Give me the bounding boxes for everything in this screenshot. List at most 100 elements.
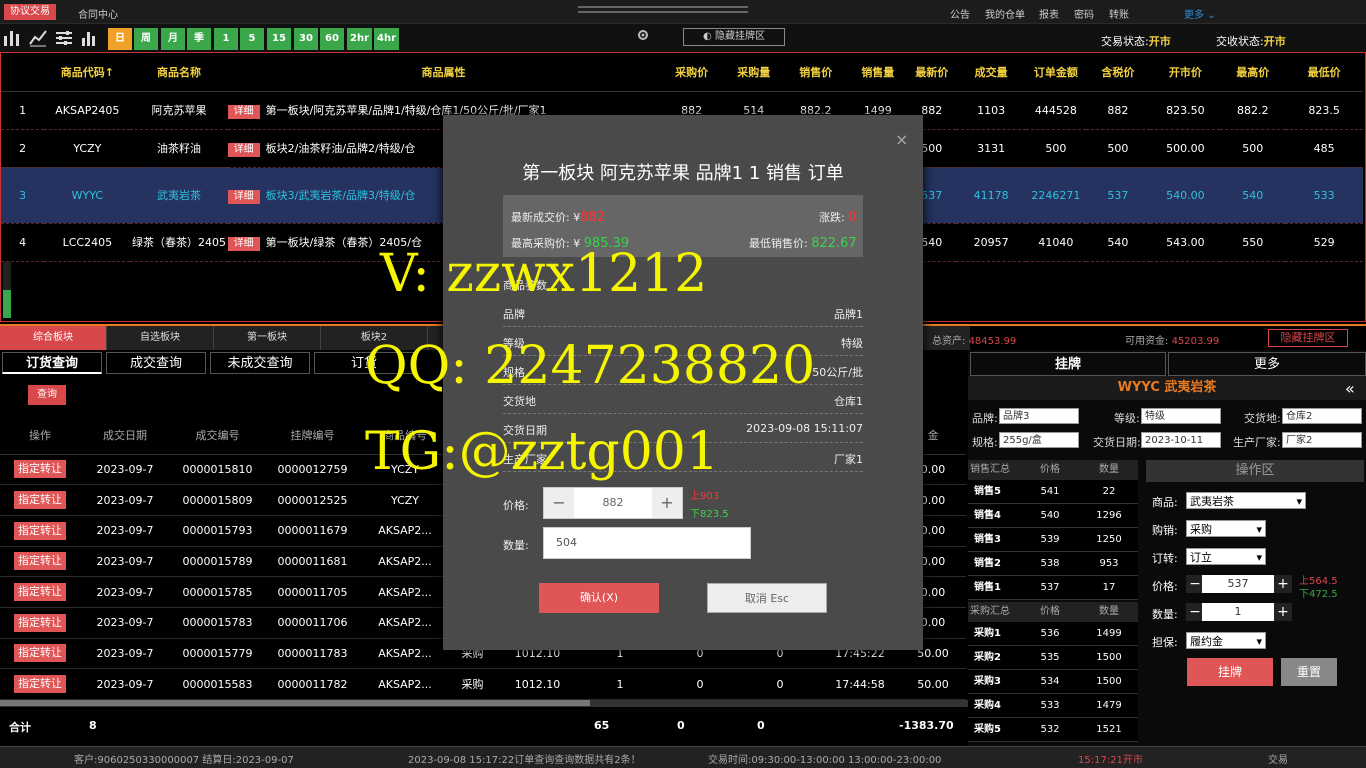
orders-col-header[interactable]: 成交编号 — [170, 416, 265, 455]
transfer-button[interactable]: 指定转让 — [14, 675, 66, 694]
detail-button[interactable]: 详细 — [227, 189, 260, 204]
hide-board-button[interactable]: ◐ 隐藏挂牌区 — [683, 28, 785, 46]
announce-link[interactable]: 公告 — [950, 6, 970, 21]
tf-season[interactable]: 季 — [187, 28, 211, 50]
tab-pending-query[interactable]: 未成交查询 — [210, 352, 310, 374]
list-item[interactable]: 销售2 538 953 — [968, 552, 1138, 576]
list-item[interactable]: 采购1 536 1499 — [968, 622, 1138, 646]
market-col-header[interactable]: 商品名称 — [130, 53, 228, 92]
market-col-header[interactable]: 采购价 — [659, 53, 725, 92]
sliders-icon[interactable] — [54, 28, 74, 48]
transfer-link[interactable]: 转账 — [1109, 6, 1129, 21]
guarantee-select[interactable]: 履约金 ▾ — [1186, 632, 1266, 649]
tf-30[interactable]: 30 — [294, 28, 318, 50]
orders-col-header[interactable]: 挂牌编号 — [265, 416, 360, 455]
list-item[interactable]: 采购3 534 1500 — [968, 670, 1138, 694]
tf-1[interactable]: 1 — [214, 28, 238, 50]
buysell-select[interactable]: 采购 ▾ — [1186, 520, 1266, 537]
contract-center-link[interactable]: 合同中心 — [78, 6, 118, 21]
tab-order-query[interactable]: 订货查询 — [2, 352, 102, 374]
tf-week[interactable]: 周 — [134, 28, 158, 50]
transfer-button[interactable]: 指定转让 — [14, 552, 66, 571]
list-item[interactable]: 销售1 537 17 — [968, 576, 1138, 600]
maker-select[interactable]: 厂家2 — [1282, 432, 1362, 448]
price-input[interactable]: 882 — [574, 488, 652, 518]
orders-col-header[interactable]: 成交日期 — [80, 416, 170, 455]
price-plus-button[interactable]: + — [652, 488, 682, 518]
market-col-header[interactable]: 最高价 — [1220, 53, 1286, 92]
scrollbar-thumb[interactable] — [3, 290, 11, 318]
line-chart-icon[interactable] — [28, 28, 48, 48]
tf-2hr[interactable]: 2hr — [347, 28, 373, 50]
tab-listing[interactable]: 挂牌 — [970, 352, 1166, 376]
report-link[interactable]: 报表 — [1039, 6, 1059, 21]
tf-60[interactable]: 60 — [320, 28, 344, 50]
order-select[interactable]: 订立 ▾ — [1186, 548, 1266, 565]
tab-all-board[interactable]: 综合板块 — [0, 326, 107, 350]
market-col-header[interactable]: 销售价 — [783, 53, 849, 92]
market-col-header[interactable]: 订单金额 — [1026, 53, 1086, 92]
market-col-header[interactable]: 成交量 — [956, 53, 1027, 92]
delivery-select[interactable]: 仓库2 — [1282, 408, 1362, 424]
market-col-header[interactable]: 最低价 — [1285, 53, 1363, 92]
price-input[interactable]: 537 — [1202, 575, 1274, 593]
tf-15[interactable]: 15 — [267, 28, 291, 50]
tf-month[interactable]: 月 — [161, 28, 185, 50]
price-minus-button[interactable]: − — [544, 488, 574, 518]
qty-input[interactable]: 504 — [543, 527, 751, 559]
gear-icon[interactable] — [636, 28, 650, 42]
tf-4hr[interactable]: 4hr — [374, 28, 400, 50]
list-item[interactable]: 销售4 540 1296 — [968, 504, 1138, 528]
qty-plus-button[interactable]: + — [1274, 603, 1292, 621]
tab-custom-board[interactable]: 自选板块 — [107, 326, 214, 350]
list-item[interactable]: 采购4 533 1479 — [968, 694, 1138, 718]
list-item[interactable]: 采购5 532 1521 — [968, 718, 1138, 742]
reset-button[interactable]: 重置 — [1281, 658, 1337, 686]
confirm-button[interactable]: 确认(X) — [539, 583, 659, 613]
price-plus-button[interactable]: + — [1274, 575, 1292, 593]
column-chart-icon[interactable] — [80, 28, 100, 48]
more-menu[interactable]: 更多 ⌄ — [1184, 6, 1216, 21]
brand-select[interactable]: 品牌3 — [999, 408, 1079, 424]
list-item[interactable]: 采购2 535 1500 — [968, 646, 1138, 670]
market-col-header[interactable]: 含税价 — [1085, 53, 1151, 92]
tf-5[interactable]: 5 — [240, 28, 264, 50]
query-button[interactable]: 查询 — [28, 385, 66, 405]
transfer-button[interactable]: 指定转让 — [14, 491, 66, 510]
transfer-button[interactable]: 指定转让 — [14, 460, 66, 479]
transfer-button[interactable]: 指定转让 — [14, 644, 66, 663]
tab-more[interactable]: 更多 — [1168, 352, 1366, 376]
grade-select[interactable]: 特级 — [1141, 408, 1221, 424]
list-item[interactable]: 销售3 539 1250 — [968, 528, 1138, 552]
market-col-header[interactable]: 商品代码↑ — [44, 53, 131, 92]
detail-button[interactable]: 详细 — [227, 236, 260, 251]
close-icon[interactable]: × — [895, 130, 908, 149]
collapse-icon[interactable]: « — [1345, 379, 1355, 398]
hide-board-button-2[interactable]: 隐藏挂牌区 — [1268, 329, 1348, 347]
tab-board-1[interactable]: 第一板块 — [214, 326, 321, 350]
password-link[interactable]: 密码 — [1074, 6, 1094, 21]
date-input[interactable]: 2023-10-11 — [1141, 432, 1221, 448]
list-item[interactable]: 销售5 541 22 — [968, 480, 1138, 504]
qty-input[interactable]: 1 — [1202, 603, 1274, 621]
market-col-header[interactable]: 最新价 — [907, 53, 957, 92]
market-col-header[interactable]: 销售量 — [848, 53, 908, 92]
transfer-button[interactable]: 指定转让 — [14, 583, 66, 602]
market-col-header[interactable]: 采购量 — [724, 53, 784, 92]
list-button[interactable]: 挂牌 — [1187, 658, 1273, 686]
market-col-header[interactable]: 开市价 — [1150, 53, 1221, 92]
spec-select[interactable]: 255g/盒 — [999, 432, 1079, 448]
cancel-button[interactable]: 取消 Esc — [707, 583, 827, 613]
detail-button[interactable]: 详细 — [227, 142, 260, 157]
tab-deal-query[interactable]: 成交查询 — [106, 352, 206, 374]
detail-button[interactable]: 详细 — [227, 104, 260, 119]
orders-col-header[interactable]: 操作 — [0, 416, 80, 455]
transfer-button[interactable]: 指定转让 — [14, 521, 66, 540]
tf-day[interactable]: 日 — [108, 28, 132, 50]
app-logo[interactable]: 协议交易 — [4, 4, 56, 20]
market-col-header[interactable]: 商品属性 — [227, 53, 660, 92]
warehouse-receipt-link[interactable]: 我的仓单 — [985, 6, 1025, 21]
bar-chart-icon[interactable] — [2, 28, 22, 48]
goods-select[interactable]: 武夷岩茶 ▾ — [1186, 492, 1306, 509]
transfer-button[interactable]: 指定转让 — [14, 613, 66, 632]
